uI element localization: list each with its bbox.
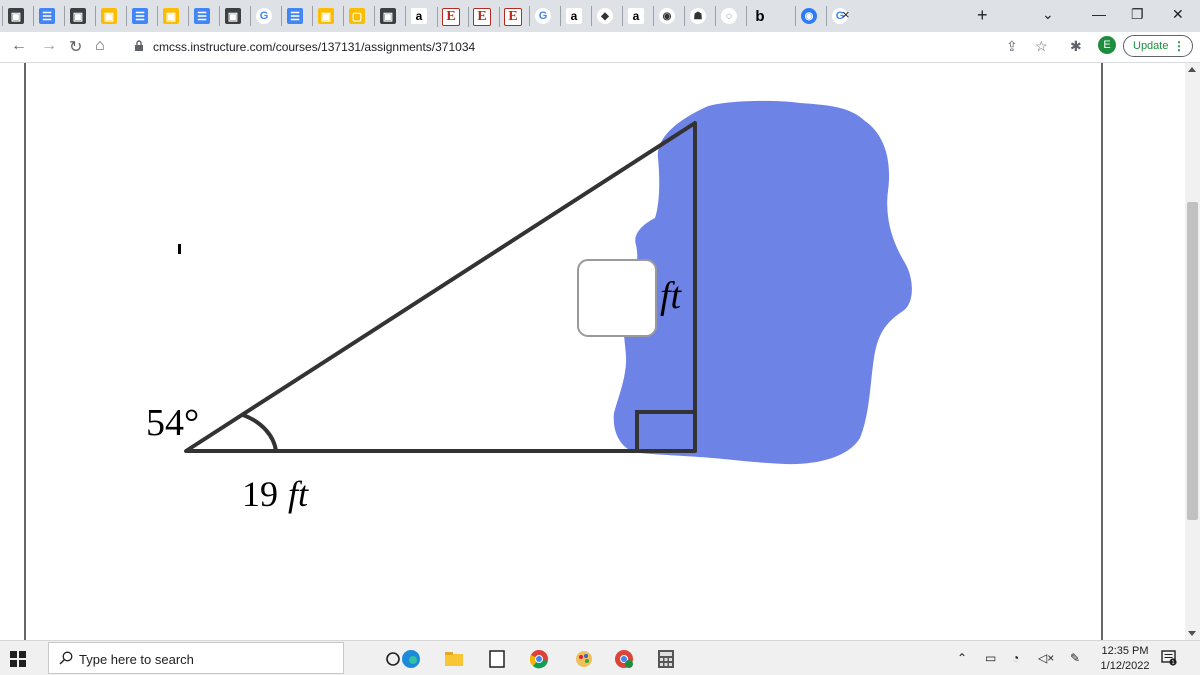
angle-arc bbox=[242, 413, 278, 452]
notification-badge: 1 bbox=[1171, 660, 1174, 666]
wifi-icon[interactable]: ◔ bbox=[1012, 651, 1019, 665]
search-icon bbox=[59, 651, 73, 665]
docs-icon[interactable]: ☰ bbox=[33, 6, 55, 26]
angle-label: 54° bbox=[146, 402, 199, 444]
chrome-icon[interactable] bbox=[529, 649, 549, 669]
windows-start-icon[interactable] bbox=[10, 651, 26, 667]
slides-icon[interactable]: ▣ bbox=[157, 6, 179, 26]
tab-search-icon[interactable]: ⌄ bbox=[1042, 6, 1054, 23]
triangle-diagram: 54° 19 ft ft bbox=[146, 100, 912, 514]
assignment-content: 54° 19 ft ft bbox=[0, 63, 1185, 640]
scroll-thumb[interactable] bbox=[1187, 202, 1198, 520]
show-hidden-icons-chevron-icon[interactable]: ⌃ bbox=[957, 651, 967, 665]
extension-icon[interactable]: ◆ bbox=[591, 6, 613, 26]
clock-date: 1/12/2022 bbox=[1100, 660, 1150, 672]
restore-button[interactable]: ❐ bbox=[1131, 6, 1144, 23]
chrome-profile-icon[interactable] bbox=[614, 649, 634, 669]
shield-icon[interactable]: ◉ bbox=[653, 6, 675, 26]
google-icon[interactable]: G bbox=[250, 6, 272, 26]
slides-icon[interactable]: ▣ bbox=[312, 6, 334, 26]
paint-icon[interactable] bbox=[574, 649, 594, 669]
answer-unit-label: ft bbox=[660, 275, 683, 317]
blue-circle-icon[interactable]: ◉ bbox=[795, 6, 817, 26]
amazon-icon[interactable]: a bbox=[560, 6, 582, 26]
toolbar: ← → ↻ ⌂ cmcss.instructure.com/courses/13… bbox=[0, 32, 1200, 63]
close-window-button[interactable]: ✕ bbox=[1172, 6, 1184, 23]
bookmark-star-icon[interactable]: ☆ bbox=[1035, 38, 1048, 55]
google-icon[interactable]: G bbox=[529, 6, 551, 26]
file-explorer-icon[interactable] bbox=[444, 649, 464, 669]
home-icon[interactable]: ⌂ bbox=[95, 37, 105, 55]
notification-center-icon[interactable]: 1 bbox=[1161, 650, 1177, 666]
edge-icon[interactable] bbox=[401, 649, 421, 669]
system-clock[interactable]: 12:35 PM 1/12/2022 bbox=[1098, 644, 1152, 674]
circle-icon[interactable]: ◌ bbox=[715, 6, 737, 26]
search-placeholder: Type here to search bbox=[79, 652, 194, 667]
lock-icon[interactable] bbox=[134, 40, 144, 51]
update-button[interactable]: Update ⋮ bbox=[1123, 35, 1193, 57]
answer-input[interactable] bbox=[577, 259, 657, 337]
taskbar: Type here to search ⌃ ▭ ◔ ◁× ✎ 12:35 PM … bbox=[0, 640, 1200, 675]
update-label: Update bbox=[1133, 40, 1169, 52]
classroom-icon[interactable]: ▣ bbox=[374, 6, 396, 26]
taskbar-search[interactable]: Type here to search bbox=[48, 642, 344, 674]
vertical-scrollbar[interactable] bbox=[1185, 63, 1200, 640]
e-icon[interactable]: E bbox=[499, 7, 522, 27]
e-icon[interactable]: E bbox=[437, 7, 460, 27]
amazon-icon[interactable]: a bbox=[405, 6, 427, 26]
graduation-cap-icon[interactable]: ☗ bbox=[684, 6, 706, 26]
volume-icon[interactable]: ◁× bbox=[1038, 651, 1054, 665]
close-tab-icon[interactable]: × bbox=[842, 7, 850, 22]
minimize-button[interactable]: — bbox=[1092, 6, 1106, 22]
calculator-icon[interactable] bbox=[656, 649, 676, 669]
new-tab-button[interactable]: + bbox=[977, 5, 988, 26]
profile-avatar[interactable]: E bbox=[1098, 36, 1116, 54]
tab-strip: ▣ ☰ ▣ ▣ ☰ ▣ ☰ ▣ G ☰ ▣ ▢ ▣ a E E E Ga ◆ a ◉ ☗ ◌ b ◉ G × + ⌄ — ❐ ✕ bbox=[0, 0, 1200, 32]
back-icon[interactable]: ← bbox=[11, 37, 27, 55]
docs-icon[interactable]: ☰ bbox=[281, 6, 303, 26]
reload-icon[interactable]: ↻ bbox=[69, 37, 82, 57]
scroll-up-arrow-icon[interactable] bbox=[1188, 67, 1196, 72]
keep-icon[interactable]: ▢ bbox=[343, 6, 365, 26]
extensions-puzzle-icon[interactable]: ✱ bbox=[1070, 38, 1082, 55]
classroom-icon[interactable]: ▣ bbox=[219, 6, 241, 26]
amazon-icon[interactable]: a bbox=[622, 6, 644, 26]
task-view-icon[interactable] bbox=[383, 649, 403, 669]
bing-icon[interactable]: b bbox=[746, 6, 768, 26]
share-icon[interactable]: ⇪ bbox=[1006, 38, 1018, 55]
classroom-icon[interactable]: ▣ bbox=[64, 6, 86, 26]
menu-icon[interactable]: ⋮ bbox=[1173, 39, 1185, 53]
docs-icon[interactable]: ☰ bbox=[188, 6, 210, 26]
base-label: 19 ft bbox=[242, 474, 309, 514]
clock-time: 12:35 PM bbox=[1101, 645, 1149, 657]
battery-icon[interactable]: ▭ bbox=[985, 651, 996, 665]
scroll-down-arrow-icon[interactable] bbox=[1188, 631, 1196, 636]
docs-icon[interactable]: ☰ bbox=[126, 6, 148, 26]
address-bar[interactable]: cmcss.instructure.com/courses/137131/ass… bbox=[153, 40, 475, 54]
forward-icon[interactable]: → bbox=[41, 37, 57, 55]
notepad-icon[interactable] bbox=[487, 649, 507, 669]
classroom-icon[interactable]: ▣ bbox=[2, 6, 24, 26]
slides-icon[interactable]: ▣ bbox=[95, 6, 117, 26]
pen-icon[interactable]: ✎ bbox=[1070, 651, 1080, 665]
e-icon[interactable]: E bbox=[468, 7, 491, 27]
obscuring-blob bbox=[613, 100, 912, 465]
